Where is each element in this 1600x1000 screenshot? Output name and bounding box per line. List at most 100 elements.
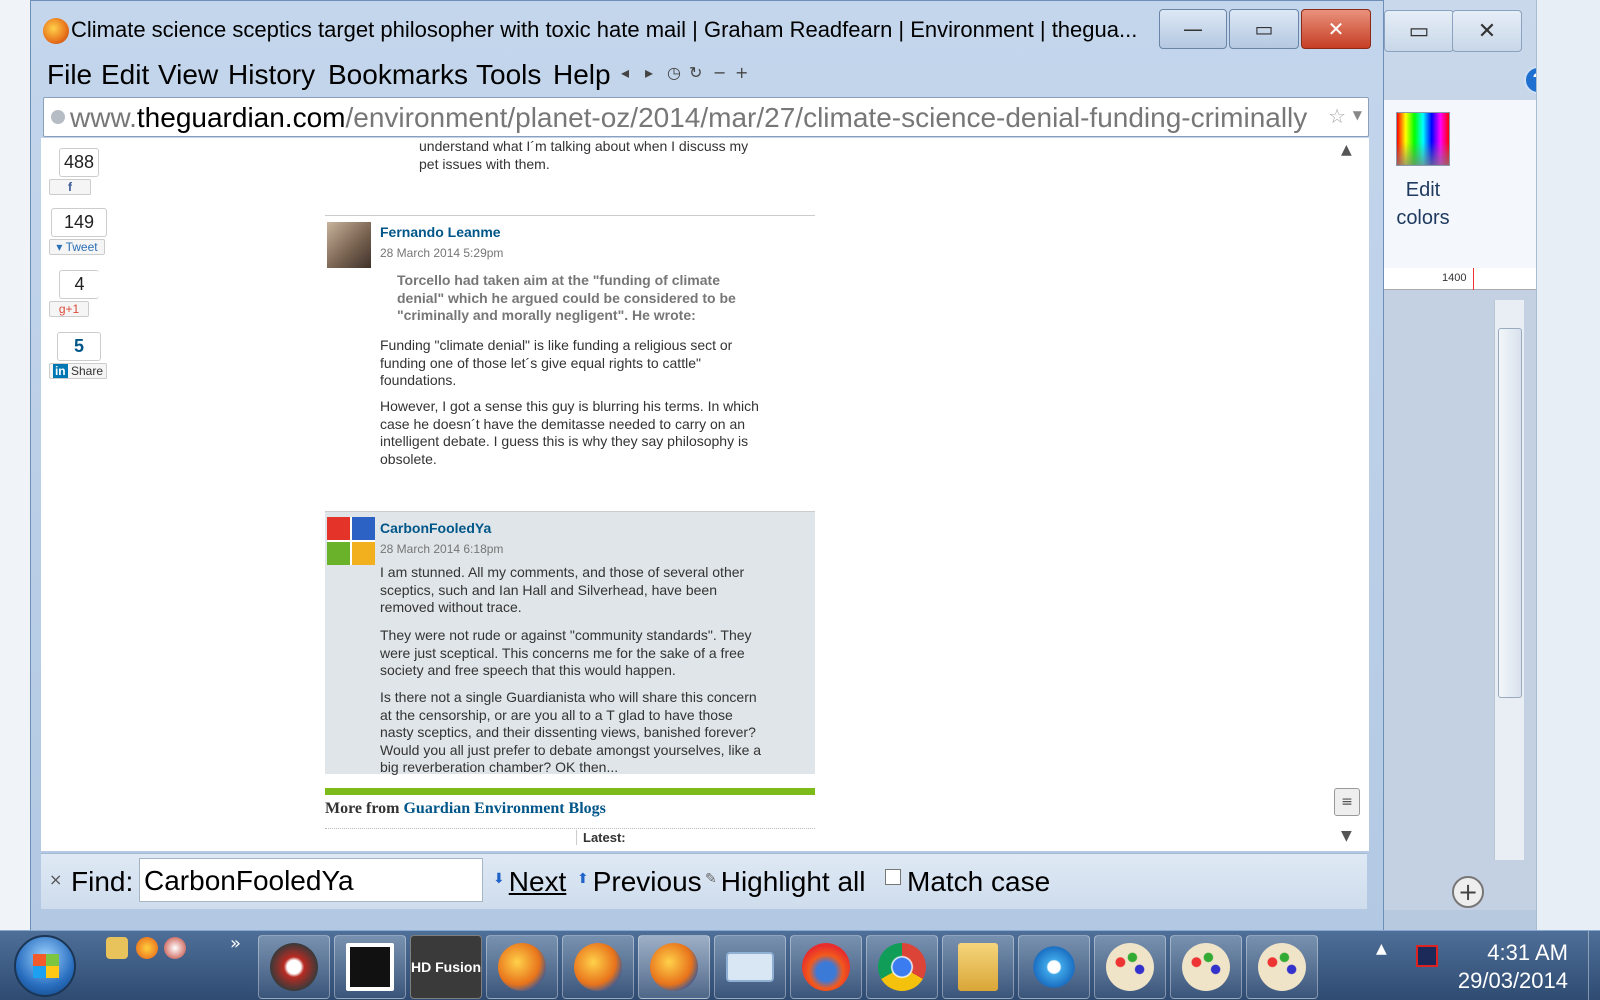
highlight-all-button[interactable]: ✎ Highlight all bbox=[705, 866, 865, 898]
facebook-count: 488 bbox=[59, 148, 99, 177]
taskbar-firefox-2[interactable] bbox=[562, 935, 634, 999]
zoom-in-small-icon[interactable]: + bbox=[735, 63, 748, 82]
url-path: /environment/planet-oz/2014/mar/27/clima… bbox=[345, 102, 1308, 133]
page-scrollbar-thumb[interactable]: ≡ bbox=[1334, 788, 1360, 816]
comment-paragraph: They were not rude or against "community… bbox=[380, 627, 752, 678]
facebook-share[interactable]: 488 f bbox=[49, 148, 109, 195]
more-from-link[interactable]: Guardian Environment Blogs bbox=[403, 800, 605, 817]
twitter-share[interactable]: 149 ▾ Tweet bbox=[49, 208, 109, 255]
ruler-value: 1400 bbox=[1442, 272, 1467, 284]
paint-scrollbar[interactable] bbox=[1494, 300, 1524, 860]
start-button[interactable] bbox=[14, 935, 76, 997]
color-spectrum-icon[interactable] bbox=[1396, 112, 1450, 166]
clock[interactable]: 4:31 AM 29/03/2014 bbox=[1448, 939, 1568, 995]
ruler-marker bbox=[1473, 268, 1474, 290]
windows-flag-lower-icon bbox=[33, 966, 59, 978]
history-icon[interactable]: ◷ bbox=[667, 63, 681, 82]
firefox-logo-icon[interactable] bbox=[43, 18, 69, 44]
speedometer-icon bbox=[270, 943, 318, 991]
paint-close-button[interactable]: ✕ bbox=[1452, 10, 1522, 52]
menu-tools[interactable]: Tools bbox=[476, 59, 541, 91]
paint-maximize-button[interactable]: ▭ bbox=[1384, 10, 1454, 52]
linkedin-icon: in bbox=[52, 364, 68, 378]
maximize-button[interactable]: ▭ bbox=[1229, 9, 1299, 49]
taskbar-browser[interactable] bbox=[790, 935, 862, 999]
taskbar-app-2[interactable] bbox=[334, 935, 406, 999]
menu-view[interactable]: View bbox=[158, 59, 218, 91]
linkedin-share[interactable]: 5 in Share bbox=[49, 332, 109, 379]
checkbox-icon[interactable] bbox=[885, 869, 901, 885]
taskbar-firefox-active[interactable] bbox=[638, 935, 710, 999]
menu-bookmarks[interactable]: Bookmarks bbox=[328, 59, 468, 91]
highlighter-icon: ✎ bbox=[705, 871, 717, 887]
url-text[interactable]: www.theguardian.com/environment/planet-o… bbox=[70, 102, 1307, 134]
hd-fusion-label: HD Fusion bbox=[411, 959, 481, 975]
quicklaunch-more-icon[interactable]: » bbox=[230, 933, 241, 954]
find-previous-label: Previous bbox=[592, 866, 702, 897]
background-window-left bbox=[0, 0, 34, 930]
flame-browser-icon bbox=[802, 943, 850, 991]
site-identity-icon[interactable] bbox=[51, 110, 65, 124]
clock-date: 29/03/2014 bbox=[1457, 968, 1568, 993]
paint-scrollbar-thumb[interactable] bbox=[1498, 328, 1522, 698]
find-label: Find: bbox=[71, 866, 134, 897]
gplus-share[interactable]: 4 g+1 bbox=[49, 270, 109, 317]
taskbar-paint-1[interactable] bbox=[1094, 935, 1166, 999]
folder-quicklaunch-icon[interactable] bbox=[106, 937, 128, 959]
taskbar-explorer[interactable] bbox=[942, 935, 1014, 999]
app-quicklaunch-icon[interactable] bbox=[164, 937, 186, 959]
back-icon[interactable]: ◂ bbox=[621, 63, 629, 82]
linkedin-share-button[interactable]: in Share bbox=[49, 363, 107, 379]
comment-author[interactable]: CarbonFooledYa bbox=[380, 520, 491, 536]
tweet-button[interactable]: ▾ Tweet bbox=[49, 239, 105, 255]
forward-icon[interactable]: ▸ bbox=[645, 63, 653, 82]
scroll-up-icon[interactable]: ▲ bbox=[1341, 142, 1352, 158]
taskbar-firefox-1[interactable] bbox=[486, 935, 558, 999]
menu-history[interactable]: History bbox=[228, 59, 315, 91]
taskbar-app-1[interactable] bbox=[258, 935, 330, 999]
find-close-icon[interactable]: × bbox=[49, 870, 62, 889]
match-case-checkbox[interactable]: Match case bbox=[885, 866, 1050, 898]
page-scrollbar[interactable]: ▲ ≡ ▼ bbox=[1331, 138, 1369, 851]
taskbar-hd-fusion[interactable]: HD Fusion bbox=[410, 935, 482, 999]
facebook-icon[interactable]: f bbox=[49, 179, 91, 195]
menu-file[interactable]: File bbox=[47, 59, 92, 91]
comment-timestamp[interactable]: 28 March 2014 6:18pm bbox=[380, 542, 503, 556]
reload-icon[interactable]: ↻ bbox=[689, 63, 702, 82]
scroll-down-icon[interactable]: ▼ bbox=[1341, 828, 1352, 844]
paint-palette-icon bbox=[1106, 943, 1154, 991]
find-previous-button[interactable]: ⬆ Previous bbox=[577, 866, 702, 898]
menu-help[interactable]: Help bbox=[553, 59, 611, 91]
taskbar-chrome[interactable] bbox=[866, 935, 938, 999]
firefox-quicklaunch-icon[interactable] bbox=[136, 937, 158, 959]
bookmark-star-icon[interactable]: ☆ bbox=[1328, 104, 1346, 128]
tray-app-icon[interactable] bbox=[1416, 945, 1438, 967]
tray-expand-icon[interactable]: ▲ bbox=[1376, 941, 1387, 957]
taskbar-ie[interactable] bbox=[1018, 935, 1090, 999]
keyboard-icon bbox=[726, 952, 774, 982]
edit-colors-button[interactable]: Edit colors bbox=[1386, 176, 1460, 232]
taskbar-paint-2[interactable] bbox=[1170, 935, 1242, 999]
internet-explorer-icon bbox=[1030, 943, 1078, 991]
taskbar-paint-3[interactable] bbox=[1246, 935, 1318, 999]
comment-author[interactable]: Fernando Leanme bbox=[380, 224, 501, 240]
zoom-out-icon[interactable]: − bbox=[713, 63, 726, 82]
highlight-all-label: Highlight all bbox=[720, 866, 866, 897]
comment-timestamp[interactable]: 28 March 2014 5:29pm bbox=[380, 246, 503, 260]
zoom-in-icon[interactable]: + bbox=[1452, 876, 1484, 908]
avatar[interactable] bbox=[327, 222, 371, 268]
minimize-button[interactable]: — bbox=[1159, 9, 1227, 49]
gplus-icon[interactable]: g+1 bbox=[49, 301, 89, 317]
linkedin-count: 5 bbox=[57, 332, 101, 361]
url-bar[interactable]: www.theguardian.com/environment/planet-o… bbox=[43, 97, 1369, 137]
taskbar: » HD Fusion ▲ 4:31 AM 29/03/2014 bbox=[0, 930, 1600, 1000]
url-dropdown-icon[interactable]: ▼ bbox=[1353, 108, 1362, 122]
show-desktop-button[interactable] bbox=[1588, 931, 1600, 1000]
folder-icon bbox=[958, 943, 998, 991]
find-input[interactable]: CarbonFooledYa bbox=[139, 858, 483, 902]
menu-edit[interactable]: Edit bbox=[101, 59, 149, 91]
taskbar-keyboard[interactable] bbox=[714, 935, 786, 999]
close-button[interactable]: ✕ bbox=[1301, 9, 1371, 49]
avatar[interactable] bbox=[327, 517, 375, 565]
find-next-button[interactable]: ⬇ Next bbox=[493, 866, 566, 898]
